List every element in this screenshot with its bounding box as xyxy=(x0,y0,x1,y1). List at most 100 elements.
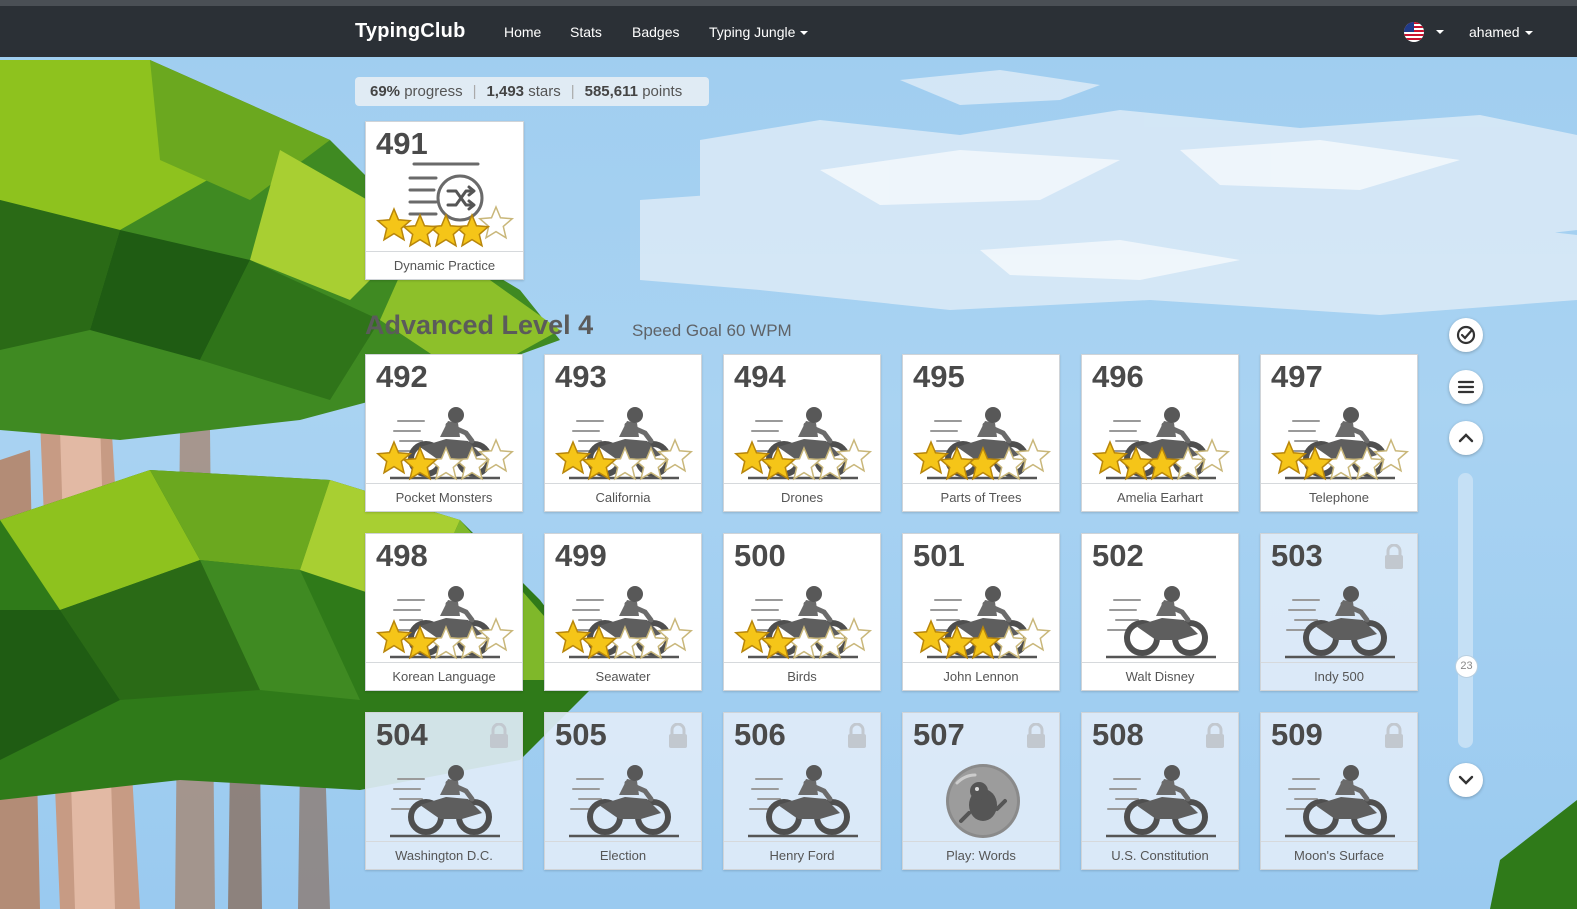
lesson-card-505[interactable]: 505 Election xyxy=(544,712,702,870)
lesson-number: 507 xyxy=(913,717,965,752)
lesson-name: Parts of Trees xyxy=(903,483,1059,511)
star-rating xyxy=(375,438,515,481)
check-circle-icon[interactable] xyxy=(1449,318,1483,352)
lesson-card-492[interactable]: 492 Pocket Monsters xyxy=(365,354,523,512)
lesson-card-507[interactable]: 507 Play: Words xyxy=(902,712,1060,870)
lesson-card-503[interactable]: 503 Indy 500 xyxy=(1260,533,1418,691)
chevron-up-icon[interactable] xyxy=(1449,421,1483,455)
star-filled-icon xyxy=(1143,446,1181,481)
star-filled-icon xyxy=(401,213,439,248)
motorcycle-icon xyxy=(1106,765,1216,838)
nav-stats[interactable]: Stats xyxy=(570,24,602,40)
lesson-name: Henry Ford xyxy=(724,841,880,869)
lesson-card-508[interactable]: 508 U.S. Constitution xyxy=(1081,712,1239,870)
lesson-card-504[interactable]: 504 Washington D.C. xyxy=(365,712,523,870)
star-rating xyxy=(375,205,515,248)
lesson-card-496[interactable]: 496 Amelia Earhart xyxy=(1081,354,1239,512)
lesson-name: Seawater xyxy=(545,662,701,690)
lesson-card-493[interactable]: 493 California xyxy=(544,354,702,512)
star-rating xyxy=(554,438,694,481)
lesson-number: 495 xyxy=(913,359,965,394)
us-flag-icon[interactable] xyxy=(1404,22,1424,42)
divider: | xyxy=(472,83,477,100)
lock-icon xyxy=(1206,723,1224,748)
star-filled-icon xyxy=(375,207,413,242)
scroll-position-indicator[interactable]: 23 xyxy=(1455,655,1478,678)
star-rating xyxy=(554,617,694,660)
lesson-number: 494 xyxy=(734,359,786,394)
star-filled-icon xyxy=(401,446,439,481)
navbar: TypingClub Home Stats Badges Typing Jung… xyxy=(0,6,1577,57)
motorcycle-icon xyxy=(390,765,500,838)
lesson-name: Moon's Surface xyxy=(1261,841,1417,869)
star-empty-icon xyxy=(1193,438,1231,473)
lesson-number: 509 xyxy=(1271,717,1323,752)
nav-typing-jungle-dropdown[interactable]: Typing Jungle xyxy=(709,24,809,40)
star-filled-icon xyxy=(401,625,439,660)
star-filled-icon xyxy=(912,619,950,654)
lesson-name: Amelia Earhart xyxy=(1082,483,1238,511)
lesson-number: 501 xyxy=(913,538,965,573)
lesson-card-495[interactable]: 495 Parts of Trees xyxy=(902,354,1060,512)
brand-logo[interactable]: TypingClub xyxy=(355,20,466,43)
lesson-name: John Lennon xyxy=(903,662,1059,690)
star-filled-icon xyxy=(1091,440,1129,475)
lesson-card-dynamic-practice[interactable]: 491 Dynamic Practice xyxy=(365,121,524,280)
language-chevron-icon[interactable] xyxy=(1436,30,1444,34)
user-menu[interactable]: ahamed xyxy=(1469,24,1533,40)
menu-list-icon[interactable] xyxy=(1449,370,1483,404)
lesson-name: Washington D.C. xyxy=(366,841,522,869)
lock-icon xyxy=(1385,544,1403,569)
lesson-number: 500 xyxy=(734,538,786,573)
level-title: Advanced Level 4 xyxy=(365,310,594,340)
lesson-card-494[interactable]: 494 Drones xyxy=(723,354,881,512)
nav-badges[interactable]: Badges xyxy=(632,24,679,40)
lesson-card-506[interactable]: 506 Henry Ford xyxy=(723,712,881,870)
lesson-card-509[interactable]: 509 Moon's Surface xyxy=(1260,712,1418,870)
star-filled-icon xyxy=(554,619,592,654)
chevron-down-icon[interactable] xyxy=(1449,763,1483,797)
lock-icon xyxy=(490,723,508,748)
star-filled-icon xyxy=(759,446,797,481)
lesson-card-499[interactable]: 499 Seawater xyxy=(544,533,702,691)
lock-icon xyxy=(1027,723,1045,748)
lesson-card-497[interactable]: 497 Telephone xyxy=(1260,354,1418,512)
star-filled-icon xyxy=(580,446,618,481)
lesson-name: Telephone xyxy=(1261,483,1417,511)
star-empty-icon xyxy=(477,617,515,652)
motorcycle-icon xyxy=(1285,765,1395,838)
lesson-number: 493 xyxy=(555,359,607,394)
star-filled-icon xyxy=(1270,440,1308,475)
lesson-card-501[interactable]: 501 John Lennon xyxy=(902,533,1060,691)
scroll-track[interactable] xyxy=(1458,473,1473,748)
star-empty-icon xyxy=(606,625,644,660)
chevron-down-icon xyxy=(800,31,809,36)
star-empty-icon xyxy=(835,438,873,473)
nav-home[interactable]: Home xyxy=(504,24,541,40)
star-filled-icon xyxy=(580,625,618,660)
lesson-card-498[interactable]: 498 Korean Language xyxy=(365,533,523,691)
lesson-card-502[interactable]: 502 Walt Disney xyxy=(1081,533,1239,691)
star-empty-icon xyxy=(606,446,644,481)
star-filled-icon xyxy=(964,625,1002,660)
lesson-number: 508 xyxy=(1092,717,1144,752)
star-empty-icon xyxy=(1014,617,1052,652)
lock-icon xyxy=(669,723,687,748)
user-name: ahamed xyxy=(1469,24,1520,40)
star-filled-icon xyxy=(733,440,771,475)
star-rating xyxy=(733,438,873,481)
lesson-card-500[interactable]: 500 Birds xyxy=(723,533,881,691)
motorcycle-icon xyxy=(748,765,858,838)
star-filled-icon xyxy=(733,619,771,654)
points-stat: 585,611 points xyxy=(584,83,683,100)
star-filled-icon xyxy=(1296,446,1334,481)
lesson-number: 497 xyxy=(1271,359,1323,394)
lock-icon xyxy=(848,723,866,748)
star-empty-icon xyxy=(427,446,465,481)
star-empty-icon xyxy=(656,617,694,652)
lesson-number: 498 xyxy=(376,538,428,573)
lesson-number: 503 xyxy=(1271,538,1323,573)
lock-icon xyxy=(1385,723,1403,748)
divider: | xyxy=(570,83,575,100)
lesson-name: Election xyxy=(545,841,701,869)
